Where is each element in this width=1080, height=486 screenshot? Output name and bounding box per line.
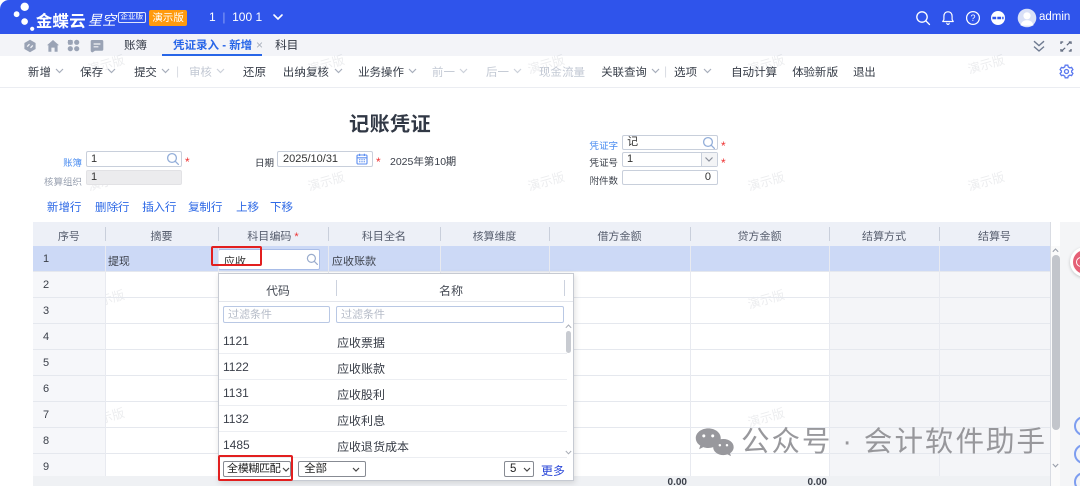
svg-text:?: ? xyxy=(970,13,975,23)
